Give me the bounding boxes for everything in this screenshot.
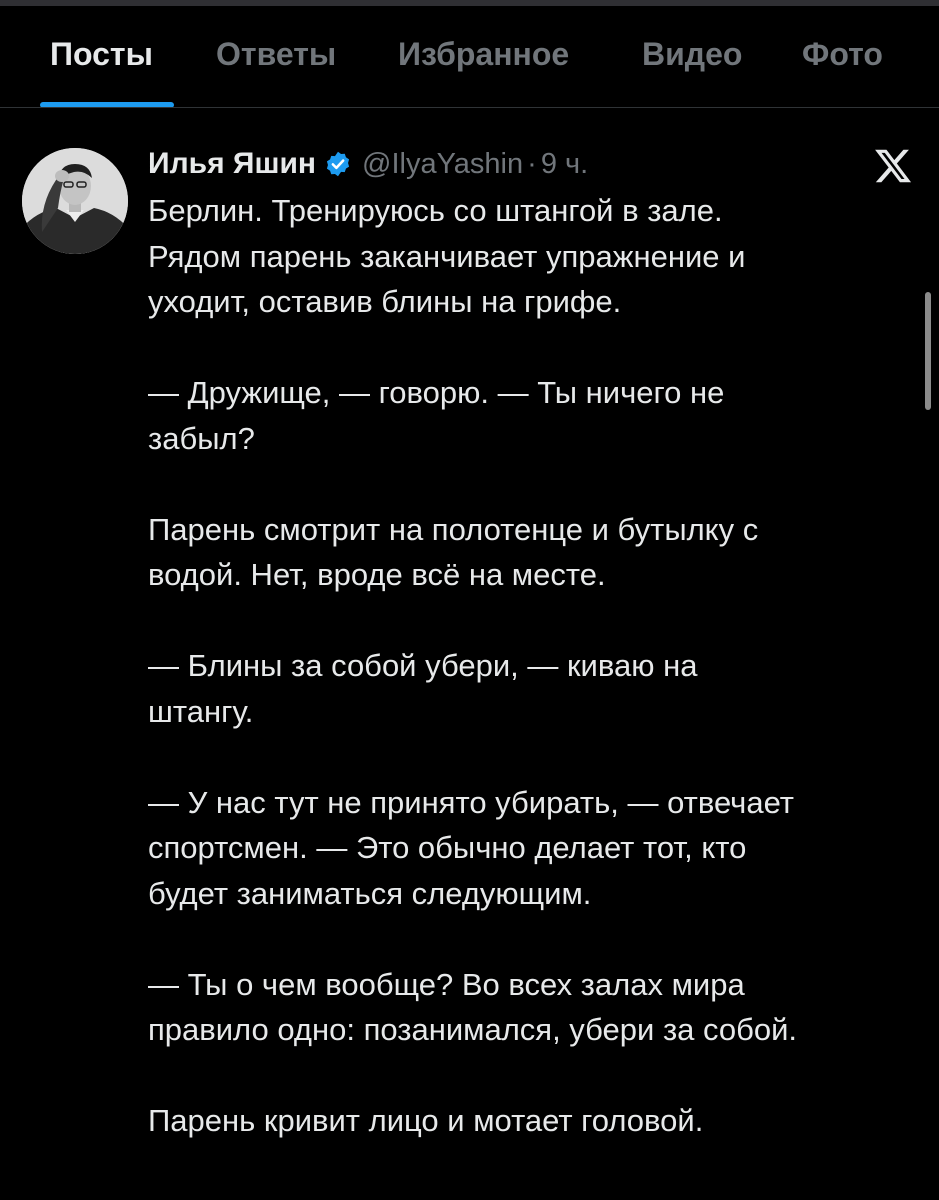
post-paragraph: Берлин. Тренируюсь со штангой в зале. Ря… [148,193,746,319]
profile-tabs: Посты Ответы Избранное Видео Фото [0,6,939,108]
author-handle[interactable]: @IlyaYashin [362,148,523,181]
tab-posts[interactable]: Посты [50,36,153,73]
tab-highlights[interactable]: Избранное [398,36,569,73]
post-paragraph: — Дружище, — говорю. — Ты ничего не забы… [148,375,725,456]
verified-badge-icon [326,151,350,177]
avatar-photo [22,148,128,254]
post-paragraph: Парень кривит лицо и мотает головой. [148,1103,704,1138]
scrollbar-thumb[interactable] [925,292,931,410]
post-header: Илья Яшин @IlyaYashin · 9 ч. [148,144,588,184]
post-text: Берлин. Тренируюсь со штангой в зале. Ря… [148,188,918,1189]
post-time[interactable]: 9 ч. [541,148,588,181]
x-logo-icon[interactable] [872,146,914,186]
tab-replies[interactable]: Ответы [216,36,336,73]
tab-photos[interactable]: Фото [802,36,883,73]
tab-videos[interactable]: Видео [642,36,742,73]
author-name[interactable]: Илья Яшин [148,147,316,181]
post-paragraph: — Ты о чем вообще? Во всех залах мира пр… [148,966,798,1048]
meta-separator: · [527,147,537,180]
post-paragraph: — Блины за собой убери, — киваю на штанг… [148,648,698,729]
avatar[interactable] [22,148,128,254]
tabs-divider [0,107,939,108]
post-paragraph: Парень смотрит на полотенце и бутылку с … [148,511,759,593]
post-paragraph: — У нас тут не принято убирать, — отвеча… [148,784,794,911]
